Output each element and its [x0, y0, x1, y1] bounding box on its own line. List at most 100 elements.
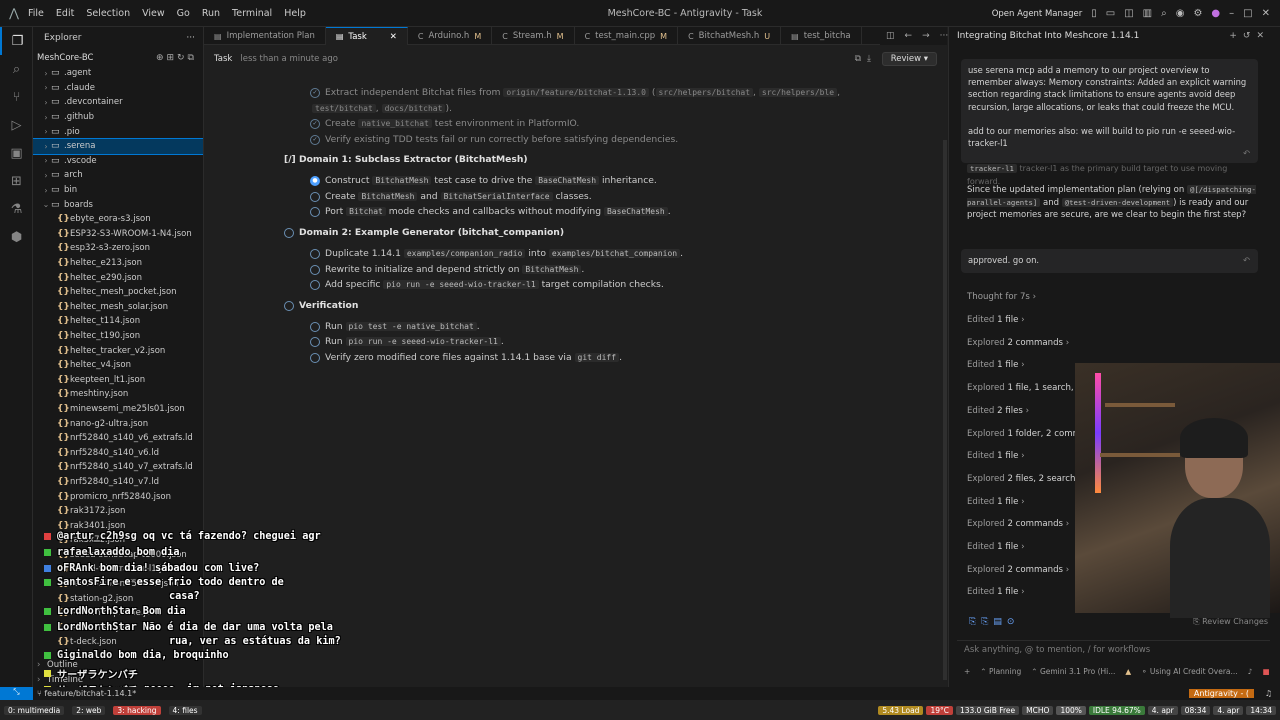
file-item[interactable]: {} heltec_t190.json: [33, 329, 203, 344]
circle-icon[interactable]: [284, 300, 294, 311]
microphone-icon[interactable]: ♪: [1248, 667, 1253, 676]
folder-item[interactable]: › ▭ .github: [33, 110, 203, 125]
undo-icon[interactable]: ↶: [1243, 254, 1250, 266]
extensions-icon[interactable]: ⊞: [0, 167, 33, 195]
file-item[interactable]: {} heltec_t114.json: [33, 314, 203, 329]
stop-button[interactable]: ■: [1262, 667, 1269, 676]
file-item[interactable]: {} keepteen_lt1.json: [33, 372, 203, 387]
tab-task[interactable]: ▤ Task ✕: [325, 27, 408, 45]
agent-step[interactable]: Edited 2 files ›: [967, 406, 1029, 416]
source-control-icon[interactable]: ⑂: [0, 83, 33, 111]
workspace-tag[interactable]: 2: web: [72, 705, 106, 715]
search-icon[interactable]: ⌕: [0, 55, 33, 83]
forward-arrow-icon[interactable]: →: [922, 31, 930, 41]
agent-step[interactable]: Edited 1 file ›: [967, 315, 1025, 325]
editor-scrollbar[interactable]: [943, 140, 947, 680]
checkmark-circle-icon[interactable]: ✓: [310, 118, 320, 129]
menu-item-file[interactable]: File: [28, 8, 44, 19]
file-item[interactable]: {} heltec_e213.json: [33, 256, 203, 271]
folder-item[interactable]: › ▭ .pio: [33, 124, 203, 139]
tab-implementation-plan[interactable]: ▤ Implementation Plan: [204, 27, 326, 45]
checkmark-circle-icon[interactable]: ✓: [310, 134, 320, 145]
attachment-icons[interactable]: ⎘⎘▤⊙: [969, 617, 1019, 627]
workspace-tag[interactable]: 4: files: [168, 705, 202, 715]
testing-flask-icon[interactable]: ⚗: [0, 195, 33, 223]
platformio-icon[interactable]: ⬢: [0, 223, 33, 251]
file-item[interactable]: {} promicro_nrf52840.json: [33, 489, 203, 504]
circle-icon[interactable]: [310, 336, 320, 347]
tab-stream-h[interactable]: C Stream.h M: [492, 27, 575, 45]
model-selector[interactable]: ⌃ Gemini 3.1 Pro (Hi...: [1031, 667, 1115, 676]
maximize-icon[interactable]: □: [1243, 8, 1252, 19]
agent-step[interactable]: Explored 2 files, 2 searches ›: [967, 474, 1091, 484]
circle-icon[interactable]: [284, 227, 294, 238]
menu-item-edit[interactable]: Edit: [56, 8, 74, 19]
agent-input[interactable]: Ask anything, @ to mention, / for workfl…: [957, 640, 1270, 682]
credit-selector[interactable]: ⚬ Using AI Credit Overa...: [1141, 667, 1238, 676]
run-debug-icon[interactable]: ▷: [0, 111, 33, 139]
notifications-bell-icon[interactable]: ♫: [1265, 689, 1272, 698]
circle-icon[interactable]: [310, 191, 320, 202]
file-item[interactable]: {} heltec_mesh_pocket.json: [33, 285, 203, 300]
menu-item-go[interactable]: Go: [177, 8, 190, 19]
explorer-actions-icons[interactable]: ⊕⊞↻⧉: [156, 53, 197, 63]
settings-gear-icon[interactable]: ⚙: [1193, 8, 1202, 19]
circle-icon[interactable]: [310, 248, 320, 259]
mode-selector[interactable]: ⌃ Planning: [980, 667, 1021, 676]
menu-item-run[interactable]: Run: [202, 8, 220, 19]
agent-step[interactable]: Edited 1 file ›: [967, 451, 1025, 461]
layout-sidebar-icon[interactable]: ▯: [1091, 8, 1097, 19]
folder-item[interactable]: › ▭ .agent: [33, 66, 203, 81]
file-item[interactable]: {} heltec_tracker_v2.json: [33, 343, 203, 358]
remote-explorer-icon[interactable]: ▣: [0, 139, 33, 167]
circle-icon[interactable]: [310, 206, 320, 217]
search-icon[interactable]: ⌕: [1161, 8, 1167, 19]
more-actions-icon[interactable]: ···: [940, 31, 949, 41]
antigravity-status[interactable]: Antigravity - (: [1188, 689, 1254, 698]
undo-icon[interactable]: ↶: [1243, 147, 1250, 159]
file-item[interactable]: {} nrf52840_s140_v7.ld: [33, 475, 203, 490]
close-tab-icon[interactable]: ✕: [390, 32, 397, 42]
folder-item[interactable]: › ▭ bin: [33, 183, 203, 198]
workspace-tag[interactable]: 3: hacking: [113, 705, 161, 715]
file-item[interactable]: {} esp32-s3-zero.json: [33, 241, 203, 256]
workspace-tag[interactable]: 0: multimedia: [4, 705, 65, 715]
agent-step[interactable]: Explored 2 commands ›: [967, 338, 1069, 348]
copy-download-icons[interactable]: ⧉⤓: [855, 54, 877, 64]
minimize-icon[interactable]: –: [1229, 8, 1234, 19]
agent-step[interactable]: Explored 1 folder, 2 comma ›: [967, 429, 1092, 439]
menu-item-view[interactable]: View: [142, 8, 165, 19]
agent-step[interactable]: Edited 1 file ›: [967, 497, 1025, 507]
layout-custom-icon[interactable]: ▥: [1143, 8, 1152, 19]
tab-test-bitcha[interactable]: ▤ test_bitcha: [781, 27, 862, 45]
file-item[interactable]: {} nano-g2-ultra.json: [33, 416, 203, 431]
agent-step[interactable]: Edited 1 file ›: [967, 587, 1025, 597]
file-item[interactable]: {} ebyte_eora-s3.json: [33, 212, 203, 227]
agent-header-actions-icons[interactable]: +↺✕: [1229, 31, 1270, 41]
review-changes-button[interactable]: ⎘ Review Changes: [1193, 617, 1268, 627]
thought-step[interactable]: Thought for 7s ›: [967, 292, 1036, 302]
remote-icon[interactable]: ⤡: [0, 687, 33, 700]
add-context-button[interactable]: +: [964, 667, 970, 676]
in-progress-icon[interactable]: ●: [310, 175, 320, 186]
folder-item[interactable]: › ▭ .serena: [33, 137, 203, 155]
explorer-files-icon[interactable]: ❐: [0, 27, 33, 55]
tab-arduino-h[interactable]: C Arduino.h M: [408, 27, 493, 45]
folder-item[interactable]: › ▭ .claude: [33, 81, 203, 96]
menu-item-terminal[interactable]: Terminal: [232, 8, 272, 19]
file-item[interactable]: {} heltec_v4.json: [33, 358, 203, 373]
menu-item-selection[interactable]: Selection: [86, 8, 130, 19]
split-editor-icon[interactable]: ◫: [886, 31, 895, 41]
agent-step[interactable]: Explored 2 commands ›: [967, 519, 1069, 529]
file-item[interactable]: {} heltec_e290.json: [33, 270, 203, 285]
file-item[interactable]: {} nrf52840_s140_v6.ld: [33, 445, 203, 460]
circle-icon[interactable]: [310, 264, 320, 275]
file-item[interactable]: {} ESP32-S3-WROOM-1-N4.json: [33, 227, 203, 242]
folder-item[interactable]: › ▭ .vscode: [33, 154, 203, 169]
layout-panel-icon[interactable]: ▭: [1106, 8, 1115, 19]
review-button[interactable]: Review ▾: [881, 52, 937, 66]
file-item[interactable]: {} nrf52840_s140_v6_extrafs.ld: [33, 431, 203, 446]
menu-item-help[interactable]: Help: [284, 8, 306, 19]
file-item[interactable]: {} nrf52840_s140_v7_extrafs.ld: [33, 460, 203, 475]
checkmark-circle-icon[interactable]: ✓: [310, 87, 320, 98]
